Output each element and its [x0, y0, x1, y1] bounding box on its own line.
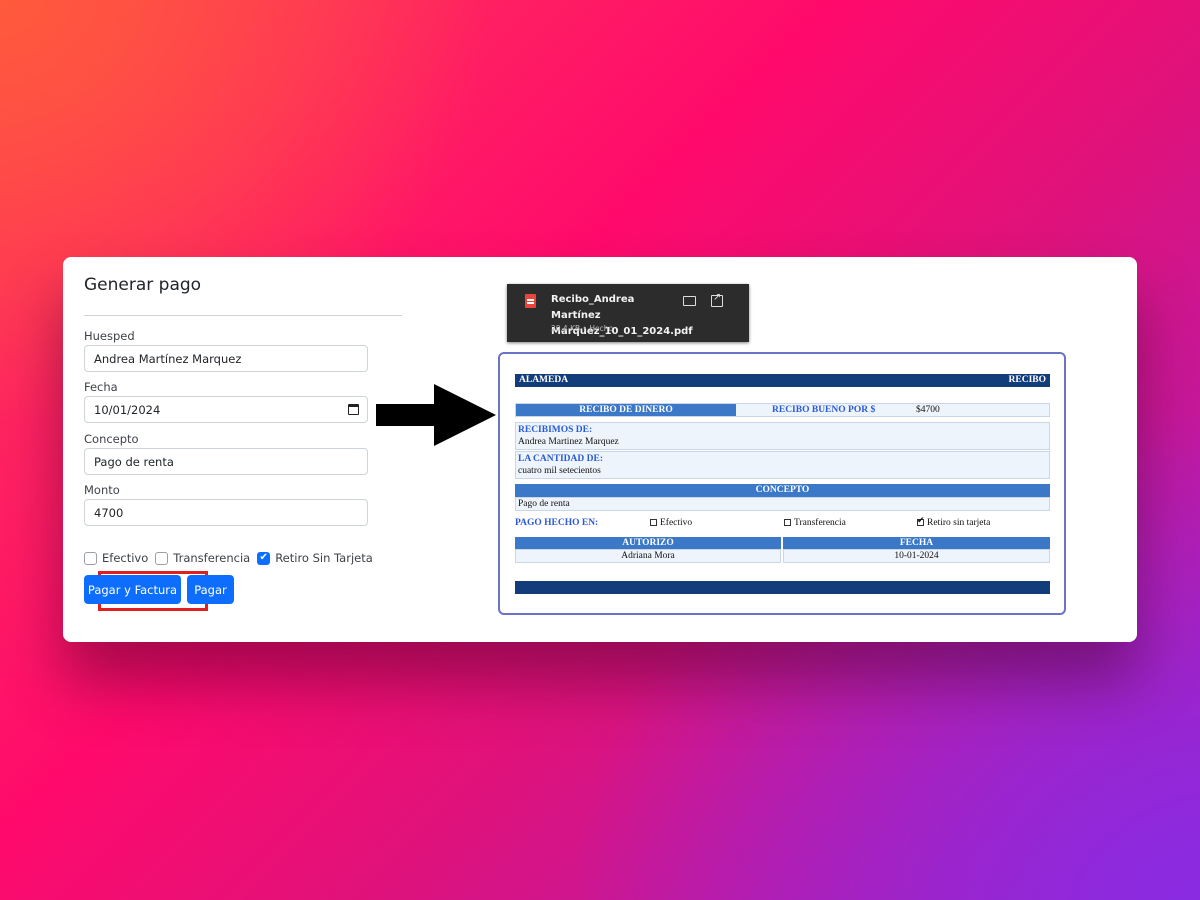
fecha-input[interactable]: 10/01/2024 [84, 396, 368, 423]
efectivo-checkbox[interactable] [84, 551, 97, 565]
transferencia-checkbox[interactable] [155, 551, 169, 565]
huesped-input[interactable]: Andrea Martínez Marquez [84, 345, 368, 372]
payment-method-checks: Efectivo Transferencia ✔ Retiro Sin Tarj… [84, 551, 380, 565]
calendar-icon[interactable] [348, 404, 359, 415]
concepto-value: Pago de renta [94, 455, 174, 469]
receipt-header-bar: ALAMEDA RECIBO [515, 374, 1050, 387]
receipt-retiro-box [917, 515, 925, 526]
cantidad-label: LA CANTIDAD DE: [518, 454, 603, 464]
retiro-label: Retiro Sin Tarjeta [275, 551, 373, 565]
monto-input[interactable]: 4700 [84, 499, 368, 526]
receipt-option-efectivo: Efectivo [650, 518, 692, 528]
concepto-value: Pago de renta [515, 497, 1050, 511]
fecha-value: 10/01/2024 [94, 403, 161, 417]
title-divider [84, 315, 402, 316]
pdf-file-icon [525, 294, 536, 308]
receipt-header-right: RECIBO [1008, 375, 1046, 385]
concepto-header: CONCEPTO [515, 484, 1050, 497]
recibimos-box: RECIBIMOS DE: Andrea Martinez Marquez [515, 422, 1050, 450]
receipt-transferencia-label: Transferencia [794, 518, 846, 528]
folder-icon[interactable] [683, 296, 696, 306]
open-external-icon[interactable] [711, 292, 723, 307]
receipt-efectivo-box [650, 519, 657, 526]
huesped-label: Huesped [84, 329, 135, 343]
monto-label: Monto [84, 483, 120, 497]
receipt-retiro-label: Retiro sin tarjeta [927, 518, 991, 528]
autorizo-header: AUTORIZO [515, 537, 781, 549]
recibo-de-dinero: RECIBO DE DINERO [516, 404, 736, 416]
monto-value: 4700 [94, 506, 124, 520]
download-popup[interactable]: Recibo_Andrea Martínez Marquez_10_01_202… [507, 284, 749, 342]
download-meta: 20,4 KB • Hecho [551, 324, 614, 333]
payment-form: Generar pago Huesped Andrea Martínez Mar… [84, 275, 404, 611]
receipt-efectivo-label: Efectivo [660, 518, 693, 528]
recibo-bueno-por: RECIBO BUENO POR $ [772, 405, 876, 415]
receipt-option-retiro: Retiro sin tarjeta [917, 515, 991, 528]
check-retiro-sin-tarjeta[interactable]: ✔ Retiro Sin Tarjeta [257, 551, 373, 565]
receipt-transferencia-box [784, 519, 791, 526]
receipt-preview: ALAMEDA RECIBO RECIBO DE DINERO RECIBO B… [498, 352, 1066, 615]
check-transferencia[interactable]: Transferencia [155, 551, 250, 565]
receipt-brand: ALAMEDA [519, 375, 569, 385]
huesped-value: Andrea Martínez Marquez [94, 352, 242, 366]
form-title: Generar pago [84, 275, 202, 295]
receipt-fecha-value: 10-01-2024 [783, 549, 1050, 563]
recibimos-value: Andrea Martinez Marquez [518, 437, 619, 447]
transferencia-label: Transferencia [173, 551, 251, 565]
fecha-label: Fecha [84, 380, 118, 394]
right-arrow-icon [376, 384, 496, 446]
recibimos-label: RECIBIMOS DE: [518, 425, 593, 435]
payment-card: Generar pago Huesped Andrea Martínez Mar… [63, 257, 1137, 642]
check-efectivo[interactable]: Efectivo [84, 551, 148, 565]
pagar-button[interactable]: Pagar [187, 575, 234, 604]
autorizo-value: Adriana Mora [515, 549, 781, 563]
receipt-footer-bar [515, 581, 1050, 594]
receipt-amount: $4700 [916, 405, 940, 415]
cantidad-value: cuatro mil setecientos [518, 466, 601, 476]
pagar-factura-button[interactable]: Pagar y Factura [84, 575, 181, 604]
efectivo-label: Efectivo [102, 551, 149, 565]
retiro-checkbox[interactable]: ✔ [257, 551, 271, 565]
pago-hecho-label: PAGO HECHO EN: [515, 518, 599, 528]
concepto-input[interactable]: Pago de renta [84, 448, 368, 475]
fecha-header: FECHA [783, 537, 1050, 549]
cantidad-box: LA CANTIDAD DE: cuatro mil setecientos [515, 451, 1050, 479]
concepto-label: Concepto [84, 432, 139, 446]
receipt-option-transferencia: Transferencia [784, 518, 846, 528]
